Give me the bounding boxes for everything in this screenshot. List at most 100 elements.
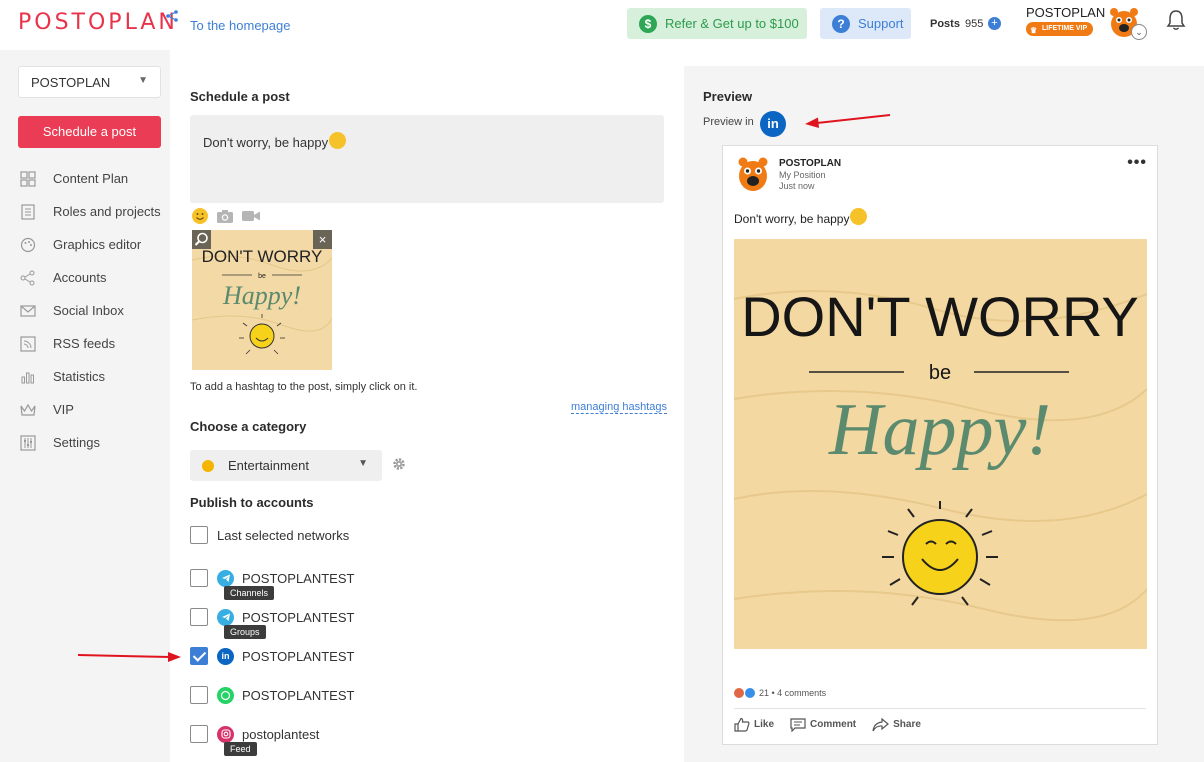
chevron-down-icon[interactable]: ⌄	[1131, 24, 1147, 40]
avatar	[738, 157, 768, 191]
sidebar-item-label: Roles and projects	[53, 204, 161, 219]
card-post-image: DON'T WORRY be Happy!	[734, 239, 1147, 649]
account-row-telegram-channels[interactable]: POSTOPLANTEST	[190, 568, 354, 588]
post-text-input[interactable]: Don't worry, be happy	[190, 115, 664, 203]
post-text-value: Don't worry, be happy	[203, 135, 329, 150]
sidebar-item-vip[interactable]: VIP	[20, 393, 161, 426]
homepage-link[interactable]: To the homepage	[190, 18, 290, 33]
sidebar-item-label: Content Plan	[53, 171, 129, 186]
bell-icon[interactable]	[1166, 9, 1186, 31]
sidebar-item-accounts[interactable]: Accounts	[20, 261, 161, 294]
preview-in-label: Preview in	[703, 116, 754, 128]
chevron-down-icon: ▼	[138, 75, 148, 86]
attached-image-thumbnail[interactable]: DON'T WORRY be Happy! ×	[192, 230, 332, 370]
smile-emoji-icon	[850, 208, 868, 225]
like-label: Like	[754, 719, 775, 730]
category-color-dot	[202, 460, 214, 472]
sidebar-item-content-plan[interactable]: Content Plan	[20, 162, 161, 195]
accounts-title: Publish to accounts	[190, 495, 314, 510]
account-tag: Groups	[224, 625, 266, 639]
project-select[interactable]: POSTOPLAN ▼	[18, 66, 161, 98]
sidebar-item-label: RSS feeds	[53, 336, 116, 351]
checkbox[interactable]	[190, 526, 208, 544]
sidebar-item-label: Statistics	[53, 369, 106, 384]
checkbox[interactable]	[190, 725, 208, 743]
sidebar-item-roles[interactable]: Roles and projects	[20, 195, 161, 228]
card-author-name: POSTOPLAN	[779, 158, 842, 169]
account-name: POSTOPLANTEST	[242, 648, 355, 664]
gear-icon[interactable]	[391, 456, 407, 472]
last-selected-networks[interactable]: Last selected networks	[190, 525, 349, 545]
postoplan-logo[interactable]: POSTOPLAN	[18, 10, 178, 35]
linkedin-preview-icon[interactable]: in	[760, 111, 786, 137]
sidebar-item-statistics[interactable]: Statistics	[20, 360, 161, 393]
reactions-summary[interactable]: 21 • 4 comments	[734, 688, 826, 698]
share-label: Share	[893, 719, 921, 730]
account-row-whatsapp[interactable]: POSTOPLANTEST	[190, 685, 354, 705]
posts-label: Posts	[930, 18, 960, 30]
red-arrow-annotation	[78, 652, 181, 662]
support-label: Support	[858, 16, 904, 31]
telegram-icon	[217, 569, 234, 587]
posts-count: 955	[965, 18, 984, 30]
zoom-icon[interactable]	[192, 230, 211, 249]
card-actions: Like Comment Share	[734, 717, 937, 732]
like-button[interactable]: Like	[734, 717, 774, 732]
comment-icon	[790, 717, 806, 732]
category-select[interactable]: Entertainment ▼	[190, 450, 382, 481]
camera-icon[interactable]	[216, 208, 234, 224]
share-button[interactable]: Share	[872, 717, 921, 732]
refer-button[interactable]: $ Refer & Get up to $100	[627, 8, 807, 39]
sliders-icon	[20, 434, 36, 451]
form-title: Schedule a post	[190, 89, 290, 104]
more-options-icon[interactable]: •••	[1127, 154, 1147, 172]
sidebar-item-rss[interactable]: RSS feeds	[20, 327, 161, 360]
thumb-line1: DON'T WORRY	[202, 247, 323, 266]
palette-icon	[20, 237, 36, 253]
add-posts-icon[interactable]: +	[988, 17, 1001, 30]
support-button[interactable]: ? Support	[820, 8, 911, 39]
sidebar-item-label: VIP	[53, 402, 74, 417]
image-line1: DON'T WORRY	[741, 285, 1139, 348]
mail-icon	[20, 303, 36, 319]
comment-label: Comment	[810, 719, 857, 730]
managing-hashtags-link[interactable]: managing hashtags	[571, 401, 668, 414]
card-time: Just now	[779, 181, 815, 191]
share-icon	[20, 270, 36, 286]
comment-button[interactable]: Comment	[790, 717, 856, 732]
sidebar-item-graphics[interactable]: Graphics editor	[20, 228, 161, 261]
preview-panel: Preview Preview in in POSTOPLAN My Posit…	[684, 66, 1204, 762]
checkbox[interactable]	[190, 608, 208, 626]
account-name: POSTOPLANTEST	[242, 687, 355, 703]
instagram-icon	[217, 725, 234, 743]
schedule-post-button[interactable]: Schedule a post	[18, 116, 161, 148]
checkbox[interactable]	[190, 686, 208, 704]
close-icon[interactable]: ×	[313, 230, 332, 249]
account-tag: Feed	[224, 742, 257, 756]
emoji-icon[interactable]	[191, 207, 209, 225]
image-line3: Happy!	[828, 389, 1051, 471]
account-row-linkedin[interactable]: in POSTOPLANTEST	[190, 646, 354, 666]
video-icon[interactable]	[241, 209, 261, 223]
vip-badge: ♛ LIFETIME VIP	[1026, 22, 1094, 36]
account-name: postoplantest	[242, 726, 320, 742]
reactions-count: 21 • 4 comments	[759, 688, 827, 698]
image-line2: be	[929, 362, 951, 384]
account-row-telegram-groups[interactable]: POSTOPLANTEST	[190, 607, 354, 627]
question-icon: ?	[832, 14, 850, 33]
divider	[734, 708, 1146, 709]
sidebar-item-label: Accounts	[53, 270, 107, 285]
sidebar-item-settings[interactable]: Settings	[20, 426, 161, 459]
thumbs-up-icon	[734, 717, 750, 732]
account-row-instagram[interactable]: postoplantest	[190, 724, 319, 744]
thumb-line3: Happy!	[222, 281, 301, 310]
sidebar-item-social-inbox[interactable]: Social Inbox	[20, 294, 161, 327]
sidebar-item-label: Settings	[53, 435, 100, 450]
checkbox[interactable]	[190, 569, 208, 587]
crown-icon	[20, 402, 36, 418]
grid-icon	[20, 170, 36, 187]
whatsapp-icon	[217, 686, 234, 704]
chevron-down-icon: ▼	[358, 458, 368, 469]
category-title: Choose a category	[190, 419, 307, 434]
checkbox-checked[interactable]	[190, 647, 208, 665]
